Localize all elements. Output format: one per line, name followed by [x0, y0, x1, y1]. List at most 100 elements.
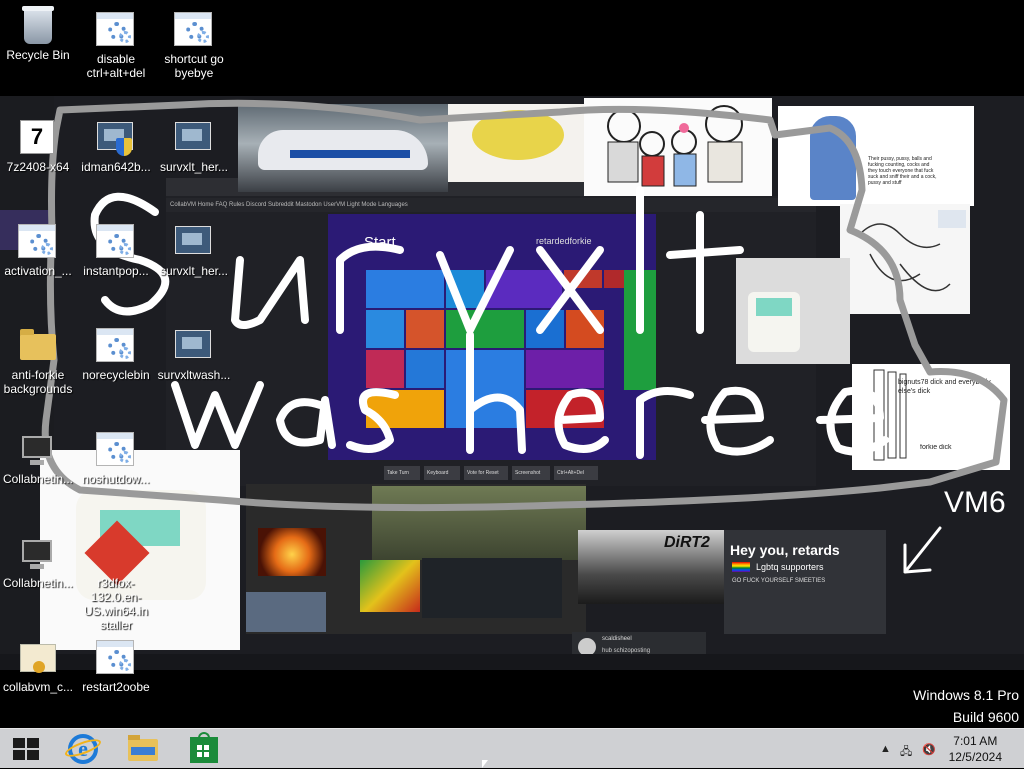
- network-computer-icon: [22, 540, 52, 569]
- 7zip-installer-icon: 7: [20, 120, 54, 154]
- desktop-icon-survxlt-1[interactable]: survxlt_her...: [156, 118, 232, 174]
- store-bag-icon: [190, 732, 218, 763]
- desktop-icon-collabnet-1[interactable]: Collabnetin...: [0, 430, 76, 486]
- clock-time: 7:01 AM: [953, 734, 998, 748]
- screenshot-image-icon: [175, 330, 211, 358]
- taskbar: e ▲ 🖧 🔇 7:01 AM 12/5/2024: [0, 728, 1024, 768]
- tile-store: [624, 270, 656, 390]
- desktop-icon-label: activation_...: [4, 264, 72, 278]
- chat-line: GO FUCK YOURSELF SMEETIES: [732, 578, 826, 584]
- network-computer-icon: [22, 436, 52, 465]
- watermark-build: Build 9600: [952, 709, 1019, 725]
- recycle-bin-icon: [22, 6, 54, 44]
- wallpaper-stickfig-text2: forkie dick: [920, 444, 952, 451]
- chat-title: Hey you, retards: [730, 542, 840, 558]
- wallpaper-sketch-photo: [840, 204, 970, 314]
- system-tray: ▲ 🖧 🔇 7:01 AM 12/5/2024: [864, 729, 1024, 769]
- wallpaper-chat-photo: Hey you, retards Lgbtq supporters GO FUC…: [724, 530, 886, 634]
- wallpaper-room-photo: [246, 592, 326, 632]
- desktop-icon-label: instantpop...: [83, 264, 149, 278]
- windows-logo-icon: [13, 738, 39, 760]
- show-hidden-icons-arrow-icon[interactable]: ▲: [880, 743, 891, 755]
- shield-icon: [116, 138, 132, 156]
- script-settings-icon: [174, 12, 212, 46]
- volume-muted-icon[interactable]: 🔇: [922, 743, 936, 756]
- script-settings-icon: [96, 328, 134, 362]
- desktop-icon-label: survxlt_her...: [159, 264, 229, 278]
- wallpaper-cartoon-photo: [584, 98, 772, 196]
- wallpaper-cat-text: Their pussy, pussy, balls and fucking co…: [868, 156, 937, 186]
- wallpaper-stickfig-text: bignuts78 dick and everybody else's dick: [898, 379, 991, 395]
- start-button[interactable]: [0, 729, 56, 769]
- desktop-icon-label: noshutdow...: [82, 472, 150, 486]
- wallpaper-parrot-photo: [360, 560, 420, 612]
- network-icon[interactable]: 🖧: [900, 743, 912, 762]
- screenshot-image-icon: [175, 226, 211, 254]
- wallpaper-cat-figure: [810, 116, 856, 200]
- tile-skype: [366, 310, 404, 348]
- desktop-icon-norecyclebin[interactable]: norecyclebin: [78, 326, 154, 382]
- tile-news: [526, 390, 604, 428]
- desktop-icon-collabnet-2[interactable]: Collabnetin...: [0, 534, 76, 590]
- folder-icon: [20, 329, 56, 360]
- desktop-icon-label: Recycle Bin: [6, 48, 70, 62]
- message-author: scaldisheel: [602, 636, 632, 642]
- desktop-icon-survxltwash[interactable]: survxltwash...: [156, 326, 232, 382]
- tile-onenote: [366, 350, 404, 388]
- dirt-label: DiRT2: [664, 534, 710, 551]
- script-settings-icon: [96, 12, 134, 46]
- wallpaper-explosion: [258, 528, 326, 576]
- tile-ie: [526, 310, 564, 348]
- wallpaper-start-screen: Start retardedforkie: [328, 214, 656, 460]
- clock[interactable]: 7:01 AM 12/5/2024: [949, 733, 1002, 765]
- desktop-icon-label: Collabnetin...: [2, 472, 74, 486]
- wallpaper-sketch-drawing: [859, 210, 966, 292]
- wallpaper-cartoon-drawing: [607, 105, 743, 187]
- vm-cad-label: Ctrl+Alt+Del: [554, 466, 598, 480]
- desktop-icon-instantpop[interactable]: instantpop...: [78, 222, 154, 278]
- chat-subtitle: Lgbtq supporters: [756, 562, 824, 572]
- rainbow-flag-icon: [732, 562, 750, 572]
- clock-date: 12/5/2024: [948, 750, 1002, 764]
- desktop-icon-label: norecyclebin: [82, 368, 150, 382]
- desktop-icon-restart2oobe[interactable]: restart2oobe: [78, 638, 154, 694]
- tile-desktop: [366, 390, 444, 428]
- tile-onedrive: [406, 350, 444, 388]
- wallpaper-yellow-face: [472, 110, 564, 160]
- file-explorer-icon: [128, 735, 158, 761]
- desktop-icon-label: survxltwash...: [157, 368, 231, 382]
- desktop-icon-anti-forkie[interactable]: anti-forkie backgrounds: [0, 326, 76, 396]
- installer-icon: [99, 535, 133, 569]
- desktop-icon-label: Collabnetin...: [2, 576, 74, 590]
- wallpaper-vm-buttons: Take Turn Keyboard Vote for Reset Screen…: [384, 466, 600, 480]
- internet-explorer-button[interactable]: e: [52, 729, 108, 769]
- desktop-icon-label: shortcut go byebye: [164, 52, 224, 80]
- script-settings-icon: [96, 432, 134, 466]
- windows-store-button[interactable]: [176, 729, 232, 769]
- wallpaper-dirt-photo: DiRT2: [578, 530, 728, 604]
- desktop-icon-disable-cad[interactable]: disable ctrl+alt+del: [78, 10, 154, 80]
- certificate-icon: [20, 644, 56, 673]
- desktop-icon-activation[interactable]: activation_...: [0, 222, 76, 278]
- wallpaper-race-car-stripe: [290, 150, 410, 158]
- desktop-icon-survxlt-2[interactable]: survxlt_her...: [156, 222, 232, 278]
- vm-screenshot-label: Screenshot: [512, 466, 550, 480]
- desktop-icon-label: r3dfox-132.0.en-US.win64.in staller: [83, 576, 149, 632]
- tile-help: [566, 310, 604, 348]
- desktop-icon-collabvm-cert[interactable]: collabvm_c...: [0, 638, 76, 694]
- wallpaper-jeep-photo: [372, 486, 586, 560]
- desktop-icon-idman[interactable]: idman642b...: [78, 118, 154, 174]
- desktop-icon-r3dfox[interactable]: r3dfox-132.0.en-US.win64.in staller: [78, 534, 154, 632]
- wallpaper-browser-toolbar: CollabVM Home FAQ Rules Discord Subreddi…: [166, 198, 816, 212]
- desktop[interactable]: CollabVM Home FAQ Rules Discord Subreddi…: [0, 0, 1024, 728]
- tile-finance: [446, 310, 524, 348]
- desktop-icon-noshutdown[interactable]: noshutdow...: [78, 430, 154, 486]
- start-screen-title: Start: [364, 234, 396, 251]
- desktop-icon-label: 7z2408-x64: [6, 160, 70, 174]
- desktop-icon-label: survxlt_her...: [159, 160, 229, 174]
- desktop-icon-recycle-bin[interactable]: Recycle Bin: [0, 6, 76, 62]
- desktop-icon-shortcut-go-byebye[interactable]: shortcut go byebye: [156, 10, 232, 80]
- tile-calendar: [446, 270, 484, 308]
- file-explorer-button[interactable]: [114, 729, 170, 769]
- desktop-icon-7zip[interactable]: 7 7z2408-x64: [0, 118, 76, 174]
